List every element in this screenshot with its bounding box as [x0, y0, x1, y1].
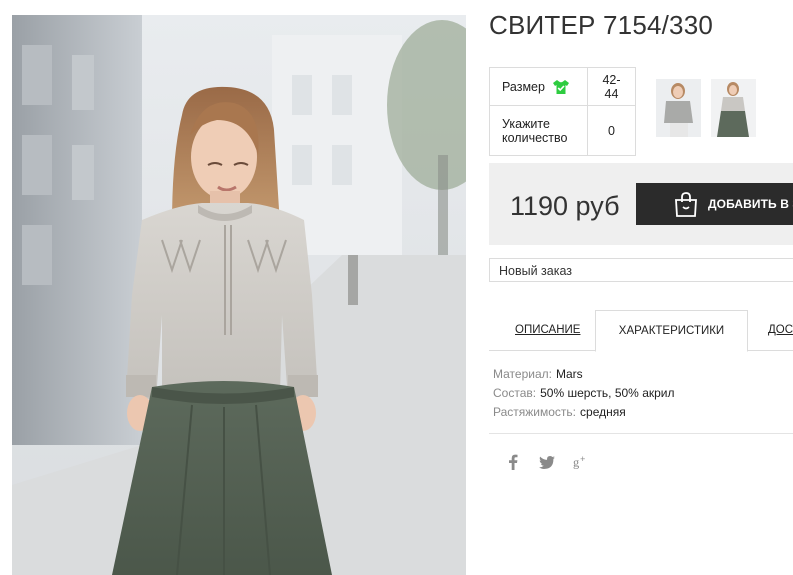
size-value[interactable]: 42-44: [587, 67, 636, 106]
size-label: Размер: [502, 79, 545, 94]
price: 1190 руб: [510, 191, 620, 221]
tshirt-icon[interactable]: [552, 79, 569, 94]
product-tabs: ОПИСАНИЕ ХАРАКТЕРИСТИКИ ДОСТАВКА: [489, 310, 793, 352]
spec-value: 50% шерсть, 50% акрил: [540, 386, 675, 400]
order-select[interactable]: Новый заказ: [489, 258, 793, 282]
quantity-label: Укажите количество: [489, 105, 588, 156]
size-label-cell: Размер: [489, 67, 588, 106]
twitter-icon[interactable]: [539, 454, 555, 470]
spec-key: Состав:: [493, 386, 537, 400]
spec-row-stretch: Растяжимость: средняя: [493, 403, 675, 422]
spec-key: Растяжимость:: [493, 405, 577, 419]
divider: [489, 433, 793, 434]
product-photo[interactable]: [12, 15, 466, 575]
spec-row-composition: Состав: 50% шерсть, 50% акрил: [493, 384, 675, 403]
add-to-order-label: ДОБАВИТЬ В ЗАКАЗ: [708, 197, 793, 211]
product-title: СВИТЕР 7154/330: [489, 10, 714, 40]
add-to-order-button[interactable]: ДОБАВИТЬ В ЗАКАЗ: [636, 183, 793, 225]
social-share: g +: [505, 454, 589, 470]
thumbnail-2[interactable]: [711, 79, 756, 137]
specs-list: Материал: Mars Состав: 50% шерсть, 50% акр…: [493, 365, 675, 422]
facebook-icon[interactable]: [505, 454, 521, 470]
tab-delivery[interactable]: ДОСТАВКА: [768, 310, 793, 351]
spec-key: Материал:: [493, 367, 552, 381]
spec-value: Mars: [555, 367, 583, 381]
svg-text:+: +: [580, 454, 585, 464]
tab-characteristics[interactable]: ХАРАКТЕРИСТИКИ: [595, 310, 748, 352]
google-plus-icon[interactable]: g +: [573, 454, 589, 470]
purchase-panel: 1190 руб ДОБАВИТЬ В ЗАКАЗ: [489, 163, 793, 245]
svg-text:g: g: [573, 455, 579, 469]
shopping-bag-icon: [675, 191, 697, 217]
spec-row-material: Материал: Mars: [493, 365, 675, 384]
spec-value: средняя: [580, 405, 626, 419]
thumbnail-1[interactable]: [656, 79, 701, 137]
options-table: Размер 42-44 Укажите количество 0: [489, 67, 636, 156]
quantity-input[interactable]: 0: [587, 105, 636, 156]
tab-description[interactable]: ОПИСАНИЕ: [515, 310, 580, 351]
